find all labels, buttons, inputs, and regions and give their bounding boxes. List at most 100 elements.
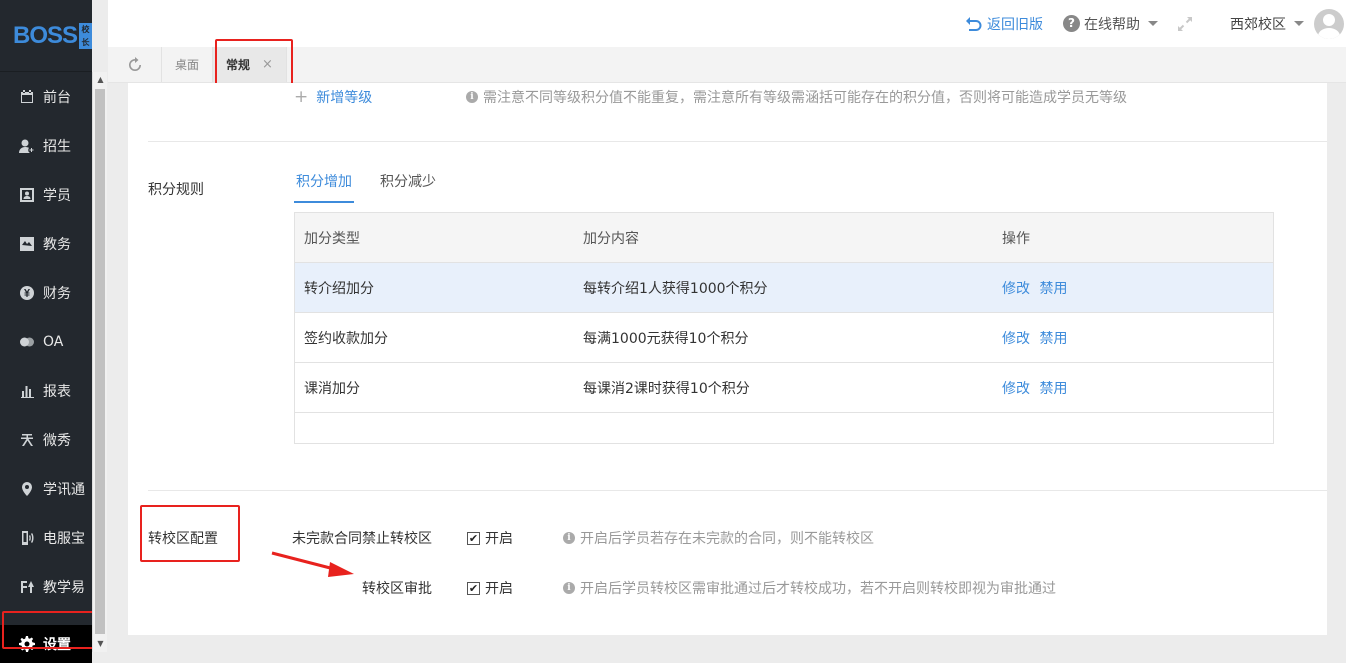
sidebar-item-label: 教学易 (43, 579, 85, 596)
online-help-label: 在线帮助 (1084, 16, 1140, 33)
sidebar-item-dianfubao[interactable]: 电服宝 (0, 513, 92, 562)
sidebar-item-caiwu[interactable]: 财务 (0, 268, 92, 317)
hint-text: 开启后学员若存在未完款的合同，则不能转校区 (580, 531, 874, 547)
book-icon (19, 236, 35, 252)
logo[interactable]: BOSS 校长 (0, 0, 92, 72)
sidebar-item-label: 设置 (43, 637, 71, 653)
teach-icon (19, 579, 35, 595)
sidebar-item-oa[interactable]: OA (0, 317, 92, 366)
refresh-icon[interactable] (108, 47, 162, 82)
student-card-icon (19, 187, 35, 203)
tab-label: 常规 (226, 58, 251, 72)
cell-actions: 修改 禁用 (993, 278, 1273, 298)
transfer-campus-config-label: 转校区配置 (148, 531, 218, 547)
sidebar-item-xuexuntong[interactable]: 学讯通 (0, 464, 92, 513)
disable-link[interactable]: 禁用 (1039, 381, 1067, 397)
tab-bar: 桌面 常规 × (108, 47, 1346, 83)
gear-icon (19, 636, 35, 652)
checkbox-checked-icon: ✔ (467, 531, 480, 545)
close-icon[interactable]: × (262, 57, 273, 72)
header-actions: 返回旧版 ? 在线帮助 西郊校区 (965, 0, 1346, 47)
checkbox-checked-icon: ✔ (467, 581, 480, 595)
sidebar-item-jiaowu[interactable]: 教务 (0, 219, 92, 268)
phone-service-icon (19, 530, 35, 546)
table-empty-row (295, 413, 1273, 443)
question-icon: ? (1063, 15, 1080, 32)
tab-points-decrease[interactable]: 积分减少 (378, 171, 438, 203)
tab-label: 桌面 (175, 58, 200, 72)
checkbox-label: 开启 (485, 531, 513, 547)
disable-link[interactable]: 禁用 (1039, 331, 1067, 347)
cell-actions: 修改 禁用 (993, 378, 1273, 398)
sidebar-item-baobiao[interactable]: 报表 (0, 366, 92, 415)
back-to-old-version-link[interactable]: 返回旧版 (965, 14, 1043, 34)
user-add-icon (19, 138, 35, 154)
sidebar-item-qiantai[interactable]: 前台 (0, 72, 92, 121)
edit-link[interactable]: 修改 (1002, 331, 1030, 347)
add-level-hint: i 需注意不同等级积分值不能重复，需注意所有等级需涵括可能存在的积分值，否则将可… (466, 87, 1127, 107)
fullscreen-icon[interactable] (1176, 15, 1194, 33)
info-icon: i (563, 582, 575, 594)
table-row[interactable]: 课消加分 每课消2课时获得10个积分 修改 禁用 (295, 363, 1273, 413)
yen-icon (19, 285, 35, 301)
edit-link[interactable]: 修改 (1002, 281, 1030, 297)
cell-type: 签约收款加分 (304, 330, 388, 347)
sidebar-item-jiaoxueyi[interactable]: 教学易 (0, 562, 92, 611)
undo-arrow-icon (966, 16, 982, 31)
sidebar-item-label: 微秀 (43, 432, 71, 449)
main-content: + 新增等级 i 需注意不同等级积分值不能重复，需注意所有等级需涵括可能存在的积… (128, 83, 1327, 635)
enable-checkbox[interactable]: ✔ 开启 (467, 528, 513, 548)
chat-icon (19, 334, 35, 350)
points-rules-label: 积分规则 (148, 182, 204, 198)
table-row[interactable]: 签约收款加分 每满1000元获得10个积分 修改 禁用 (295, 313, 1273, 363)
sidebar-item-label: 电服宝 (43, 530, 85, 547)
sidebar-item-label: 财务 (43, 285, 71, 302)
info-icon: i (466, 91, 478, 103)
cell-content: 每满1000元获得10个积分 (583, 330, 749, 347)
points-rules-table: 加分类型 加分内容 操作 转介绍加分 每转介绍1人获得1000个积分 修改 禁用… (294, 212, 1274, 444)
online-help-dropdown[interactable]: ? 在线帮助 (1063, 14, 1158, 34)
logo-text: BOSS (13, 21, 78, 49)
sidebar-item-xueyuan[interactable]: 学员 (0, 170, 92, 219)
back-to-old-version-label: 返回旧版 (987, 16, 1043, 33)
campus-selector[interactable]: 西郊校区 (1230, 14, 1304, 34)
sidebar-item-label: OA (43, 333, 64, 350)
location-icon (19, 481, 35, 497)
config-label: 未完款合同禁止转校区 (292, 531, 432, 547)
plus-icon: + (294, 87, 309, 107)
enable-checkbox[interactable]: ✔ 开启 (467, 578, 513, 598)
top-header: 返回旧版 ? 在线帮助 西郊校区 (108, 0, 1346, 47)
section-divider (148, 141, 1327, 142)
config-hint: i 开启后学员若存在未完款的合同，则不能转校区 (563, 528, 874, 548)
table-header-row: 加分类型 加分内容 操作 (295, 213, 1273, 263)
sidebar-item-zhaosheng[interactable]: 招生 (0, 121, 92, 170)
sidebar-item-weixiu[interactable]: 微秀 (0, 415, 92, 464)
sidebar-scrollbar[interactable]: ▲ ▼ (92, 72, 107, 652)
disable-link[interactable]: 禁用 (1039, 281, 1067, 297)
cell-content: 每转介绍1人获得1000个积分 (583, 280, 768, 297)
tab-desktop[interactable]: 桌面 (162, 47, 214, 82)
checkbox-label: 开启 (485, 581, 513, 597)
sidebar-item-label: 招生 (43, 138, 71, 155)
scroll-thumb[interactable] (95, 89, 105, 634)
scroll-up-arrow-icon[interactable]: ▲ (93, 72, 108, 88)
cell-type: 转介绍加分 (304, 280, 374, 297)
sidebar-item-label: 报表 (43, 383, 71, 400)
tab-points-increase[interactable]: 积分增加 (294, 171, 354, 203)
edit-link[interactable]: 修改 (1002, 381, 1030, 397)
avatar[interactable] (1314, 8, 1344, 39)
add-level-label: 新增等级 (316, 90, 373, 106)
table-row[interactable]: 转介绍加分 每转介绍1人获得1000个积分 修改 禁用 (295, 263, 1273, 313)
scroll-down-arrow-icon[interactable]: ▼ (93, 636, 108, 652)
config-row-transfer-approval: 转校区审批 ✔ 开启 i 开启后学员转校区需审批通过后才转校成功，若不开启则转校… (292, 578, 1056, 598)
add-level-link[interactable]: + 新增等级 (294, 87, 372, 107)
info-icon: i (563, 532, 575, 544)
tab-general[interactable]: 常规 × (213, 47, 287, 82)
sidebar-item-label: 学讯通 (43, 481, 85, 498)
hint-text: 开启后学员转校区需审批通过后才转校成功，若不开启则转校即视为审批通过 (580, 581, 1056, 597)
hint-text: 需注意不同等级积分值不能重复，需注意所有等级需涵括可能存在的积分值，否则将可能造… (483, 90, 1127, 106)
section-divider (148, 490, 1327, 491)
sidebar-item-label: 教务 (43, 236, 71, 253)
sidebar-item-shezhi[interactable]: 设置 (0, 625, 92, 663)
logo-badge: 校长 (79, 22, 92, 49)
